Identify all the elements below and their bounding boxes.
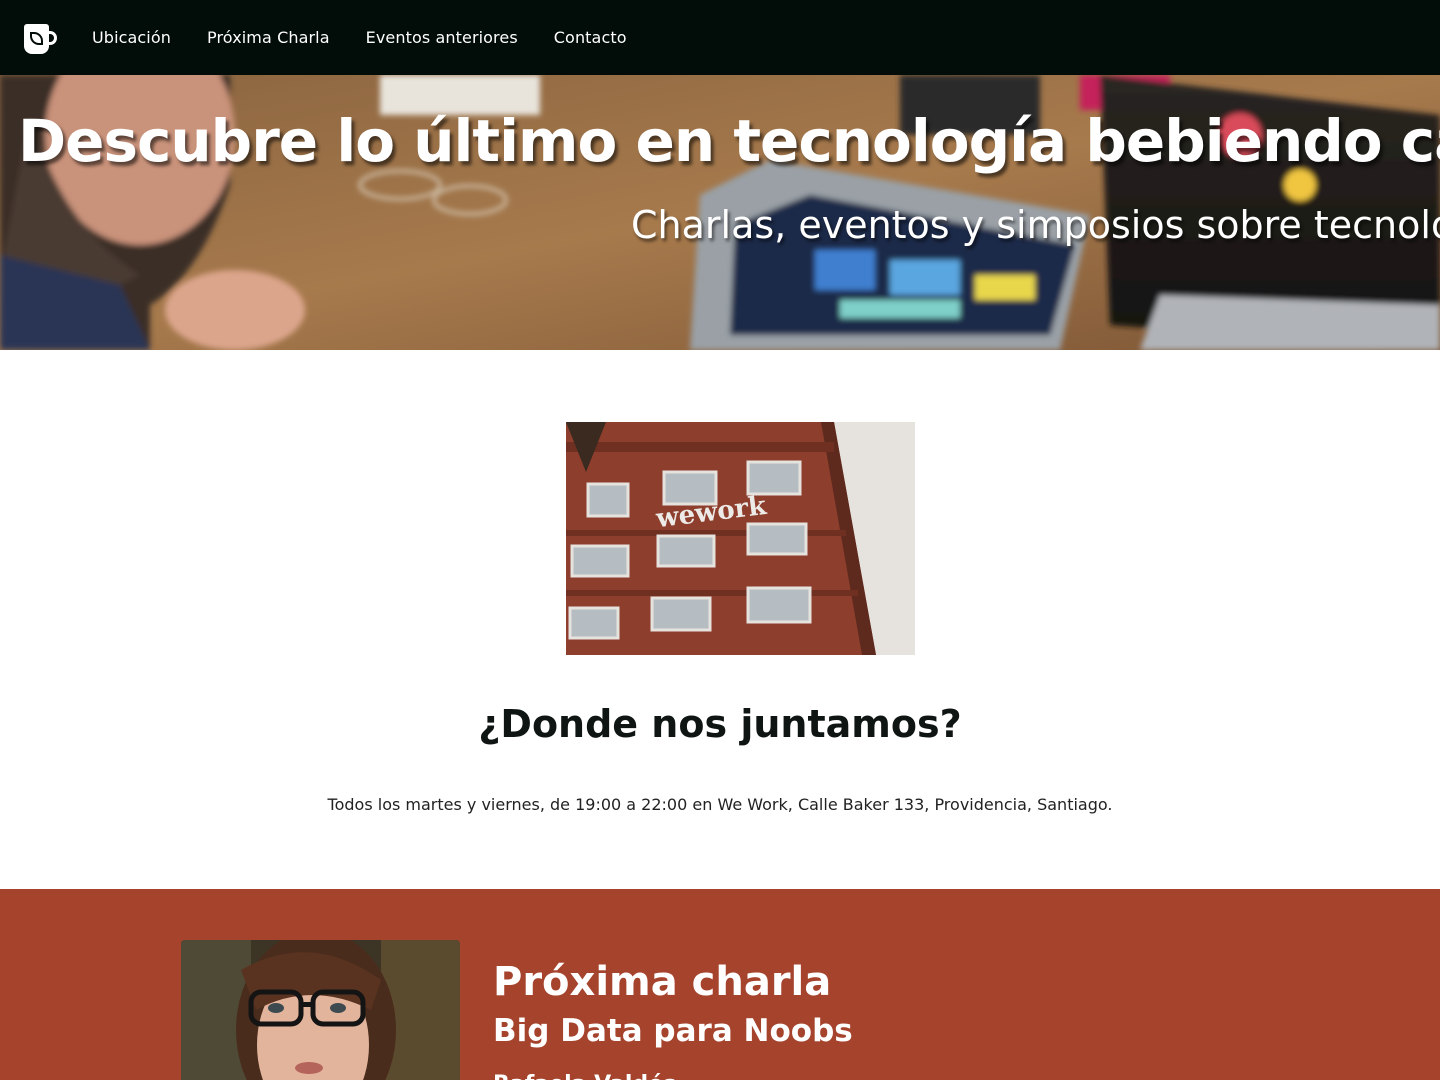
wework-building-image: wework	[566, 422, 915, 655]
top-navbar: Ubicación Próxima Charla Eventos anterio…	[0, 0, 1440, 75]
hero-banner: Descubre lo último en tecnología bebiend…	[0, 75, 1440, 350]
wework-building-illustration: wework	[566, 422, 915, 655]
hero-subtitle: Charlas, eventos y simposios sobre tecno…	[631, 203, 1440, 247]
nav-links: Ubicación Próxima Charla Eventos anterio…	[92, 28, 627, 47]
next-talk-speaker: Rafaela Valdés	[493, 1072, 676, 1080]
coffee-mug-logo-icon[interactable]	[24, 22, 57, 54]
speaker-photo	[181, 940, 460, 1080]
nav-link-eventos-anteriores[interactable]: Eventos anteriores	[366, 28, 518, 47]
location-heading: ¿Donde nos juntamos?	[478, 702, 962, 746]
nav-link-proxima-charla[interactable]: Próxima Charla	[207, 28, 330, 47]
hero-title: Descubre lo último en tecnología bebiend…	[18, 107, 1440, 175]
location-schedule-text: Todos los martes y viernes, de 19:00 a 2…	[327, 795, 1113, 814]
next-talk-heading: Próxima charla	[493, 959, 832, 1005]
next-talk-title: Big Data para Noobs	[493, 1013, 853, 1049]
nav-link-contacto[interactable]: Contacto	[554, 28, 627, 47]
next-talk-section: Próxima charla Big Data para Noobs Rafae…	[0, 889, 1440, 1080]
nav-link-ubicacion[interactable]: Ubicación	[92, 28, 171, 47]
